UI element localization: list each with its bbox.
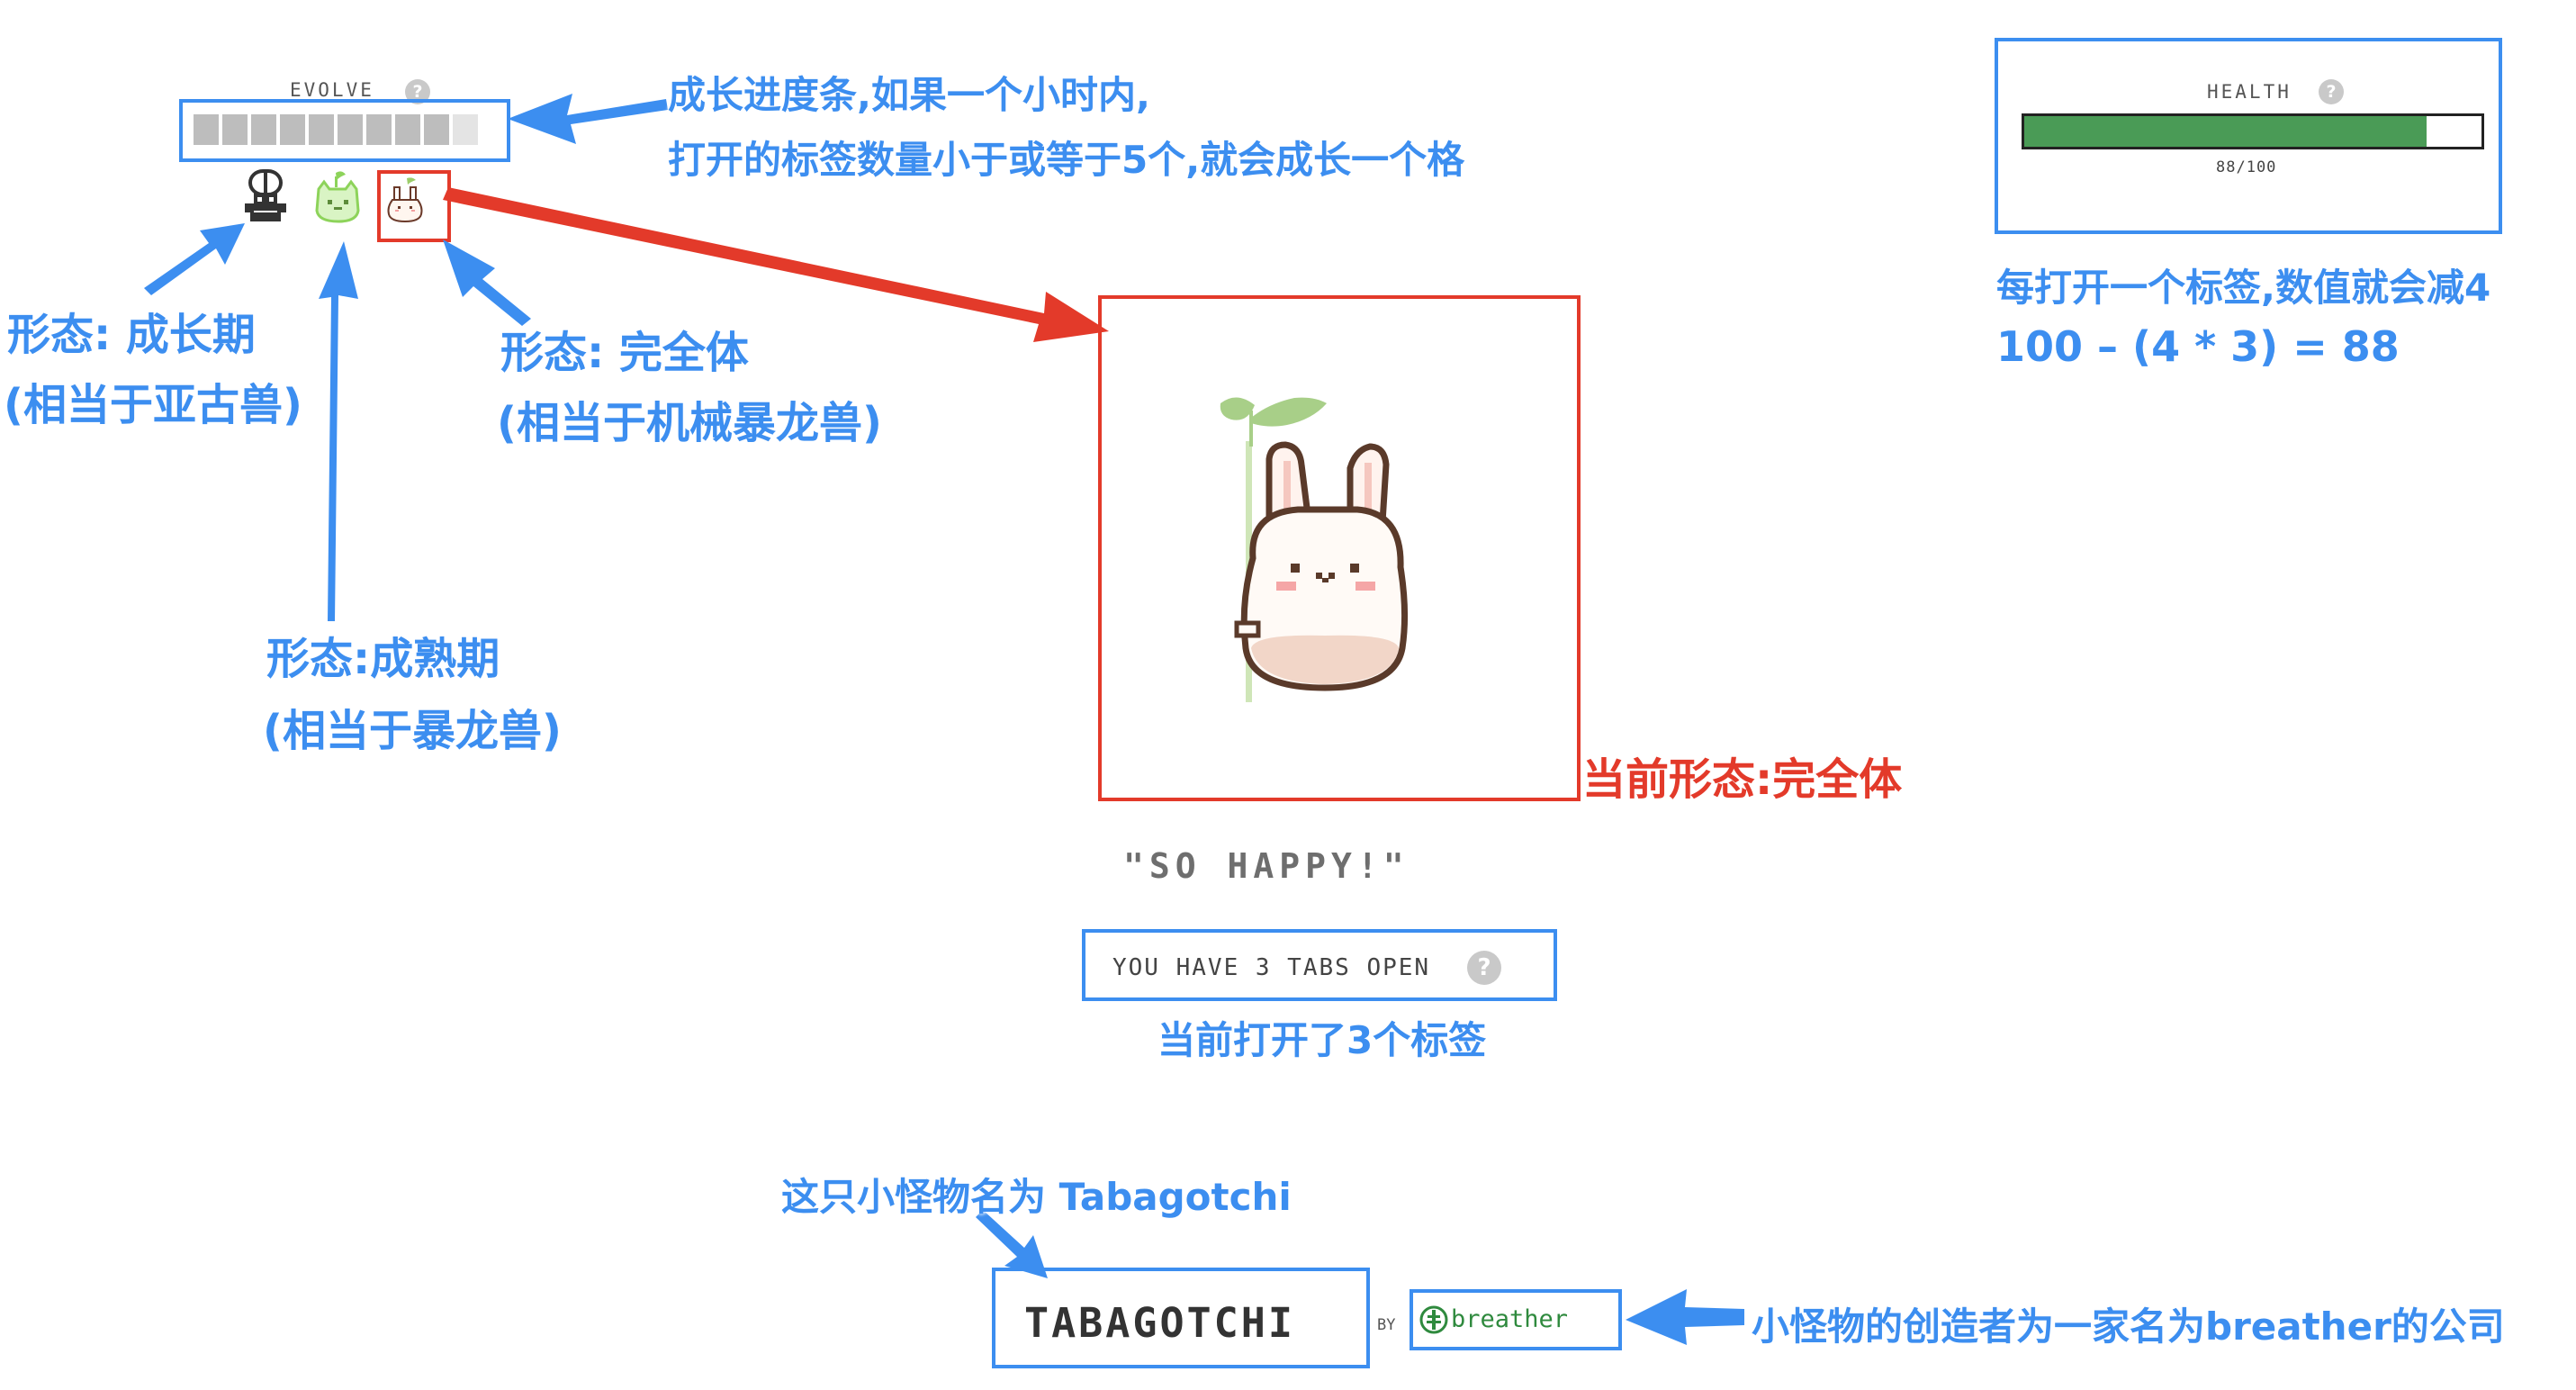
- note-mature-1: 形态:成熟期: [266, 634, 500, 684]
- arrow-mature: [319, 241, 358, 621]
- note-mature-2: (相当于暴龙兽): [263, 706, 562, 756]
- note-health-2: 100 – (4 * 3) = 88: [1996, 322, 2400, 371]
- arrow-company: [1626, 1289, 1744, 1345]
- arrow-growth: [144, 223, 245, 295]
- note-tabs: 当前打开了3个标签: [1157, 1018, 1487, 1062]
- note-company: 小怪物的创造者为一家名为breather的公司: [1752, 1304, 2505, 1349]
- note-growth-1: 形态: 成长期: [7, 310, 256, 360]
- note-evolve-2: 打开的标签数量小于或等于5个,就会成长一个格: [668, 138, 1465, 182]
- note-perfect-1: 形态: 完全体: [500, 328, 749, 378]
- note-current-form: 当前形态:完全体: [1582, 754, 1903, 805]
- arrow-perfect: [443, 239, 531, 326]
- note-growth-2: (相当于亚古兽): [4, 380, 302, 430]
- note-health-1: 每打开一个标签,数值就会减4: [1996, 266, 2491, 310]
- note-name: 这只小怪物名为 Tabagotchi: [781, 1175, 1292, 1219]
- note-evolve-1: 成长进度条,如果一个小时内,: [668, 73, 1150, 117]
- arrow-evolve: [508, 94, 668, 144]
- note-perfect-2: (相当于机械暴龙兽): [497, 398, 882, 448]
